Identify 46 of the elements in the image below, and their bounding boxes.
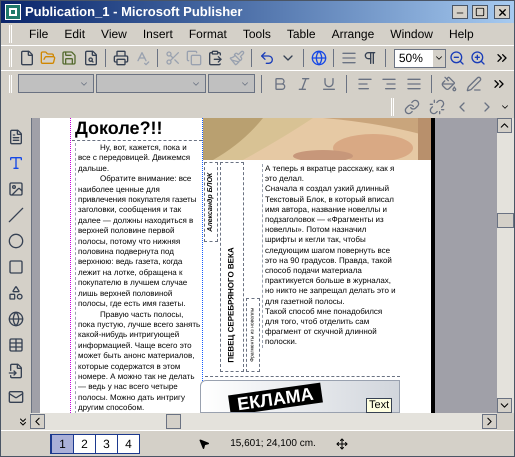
menu-item[interactable]: Format [186, 25, 230, 43]
page-tab[interactable]: 1 [51, 434, 73, 452]
minimize-button[interactable] [452, 5, 468, 19]
font-size-field[interactable] [208, 74, 256, 93]
vertical-scrollbar[interactable] [497, 118, 514, 413]
paragraph: Сначала я создал узкий длинный Текстовый Блок, в который вписал имя автора, название новеллы и подзаголовок — «Фрагменты из новеллы». Потом назначил шрифты и кегли так, чтобы следующим шагом повернуть все это на 90 градусов. Правда, такой способ подачи материала практикуется больше в журналах, но никто не запрещал делать это и для газетной полосы. [265, 184, 397, 307]
horizontal-scrollbar[interactable] [30, 413, 497, 430]
scroll-down-icon[interactable] [497, 398, 512, 413]
close-icon [496, 6, 508, 18]
menu-item[interactable]: Edit [61, 25, 88, 43]
page-tab[interactable]: 4 [117, 434, 139, 452]
menu-item[interactable]: Insert [140, 25, 176, 43]
size-icon [336, 438, 348, 450]
close-button[interactable] [494, 5, 510, 19]
zoom-field[interactable]: 50% [394, 48, 446, 68]
headline: Доколе?!! [75, 118, 163, 138]
publisher-icon [5, 4, 21, 20]
menu-item[interactable]: Help [446, 25, 477, 43]
position-readout: 15,601; 24,100 cm. [229, 437, 317, 451]
style-field[interactable] [18, 74, 94, 93]
scroll-right-icon[interactable] [482, 414, 497, 429]
story-title: ПЕВЕЦ СЕРЕБРЯНОГО ВЕКА [227, 247, 237, 363]
menu-item[interactable]: View [98, 25, 130, 43]
font-field[interactable] [96, 74, 206, 93]
scroll-up-icon[interactable] [497, 118, 512, 133]
menu-item[interactable]: Table [284, 25, 319, 43]
banner-text: ЕКЛАМА [228, 382, 323, 412]
scroll-thumb[interactable] [166, 414, 181, 429]
pointer-icon [198, 438, 210, 450]
scroll-thumb[interactable] [497, 213, 514, 228]
menu-item[interactable]: File [26, 25, 52, 43]
menu-item[interactable]: Tools [240, 25, 274, 43]
page-tab[interactable]: 2 [73, 434, 95, 452]
page-tab[interactable]: 3 [95, 434, 117, 452]
menu-item[interactable]: Window [387, 25, 436, 43]
paragraph: Ну, вот, кажется, пока и все с передовицей. Движемся дальше. [78, 143, 192, 174]
scroll-left-icon[interactable] [30, 414, 45, 429]
paragraph: Такой способ мне понадобился для того, чтоб отделить сам фрагмент от скучной длинной полоски. [265, 306, 384, 348]
maximize-button[interactable] [472, 5, 488, 19]
window-title: Publication_1 - Microsoft Publisher [25, 3, 244, 22]
menu-item[interactable]: Arrange [328, 25, 378, 43]
paragraph: А теперь я вкратце расскажу, как я это делал. [265, 164, 396, 184]
paragraph: Правую часть полосы, пока пустую, лучше всего занять какой-нибудь интригующей информацией. Чаще всего это может быть анонс материалов, которые содержатся в этом номере. А можно так не делать — ведь у нас всего четыре полосы. Можно дать интригу другим способом. [78, 310, 201, 413]
maximize-icon [475, 7, 485, 17]
paragraph: Обратите внимание: все наиболее ценные для привлечения покупателя газеты заголовки, сообщения и так далее — должны находиться в верхней половине первой полосы, потому что нижняя половина подвернута под верхнюю: ведь газета, когда лежит на лотке, обращена к покупателю в лучшем случае лишь верхней половиной полосы, где есть имя газеты. [78, 174, 198, 310]
tooltip: Text [366, 398, 392, 413]
